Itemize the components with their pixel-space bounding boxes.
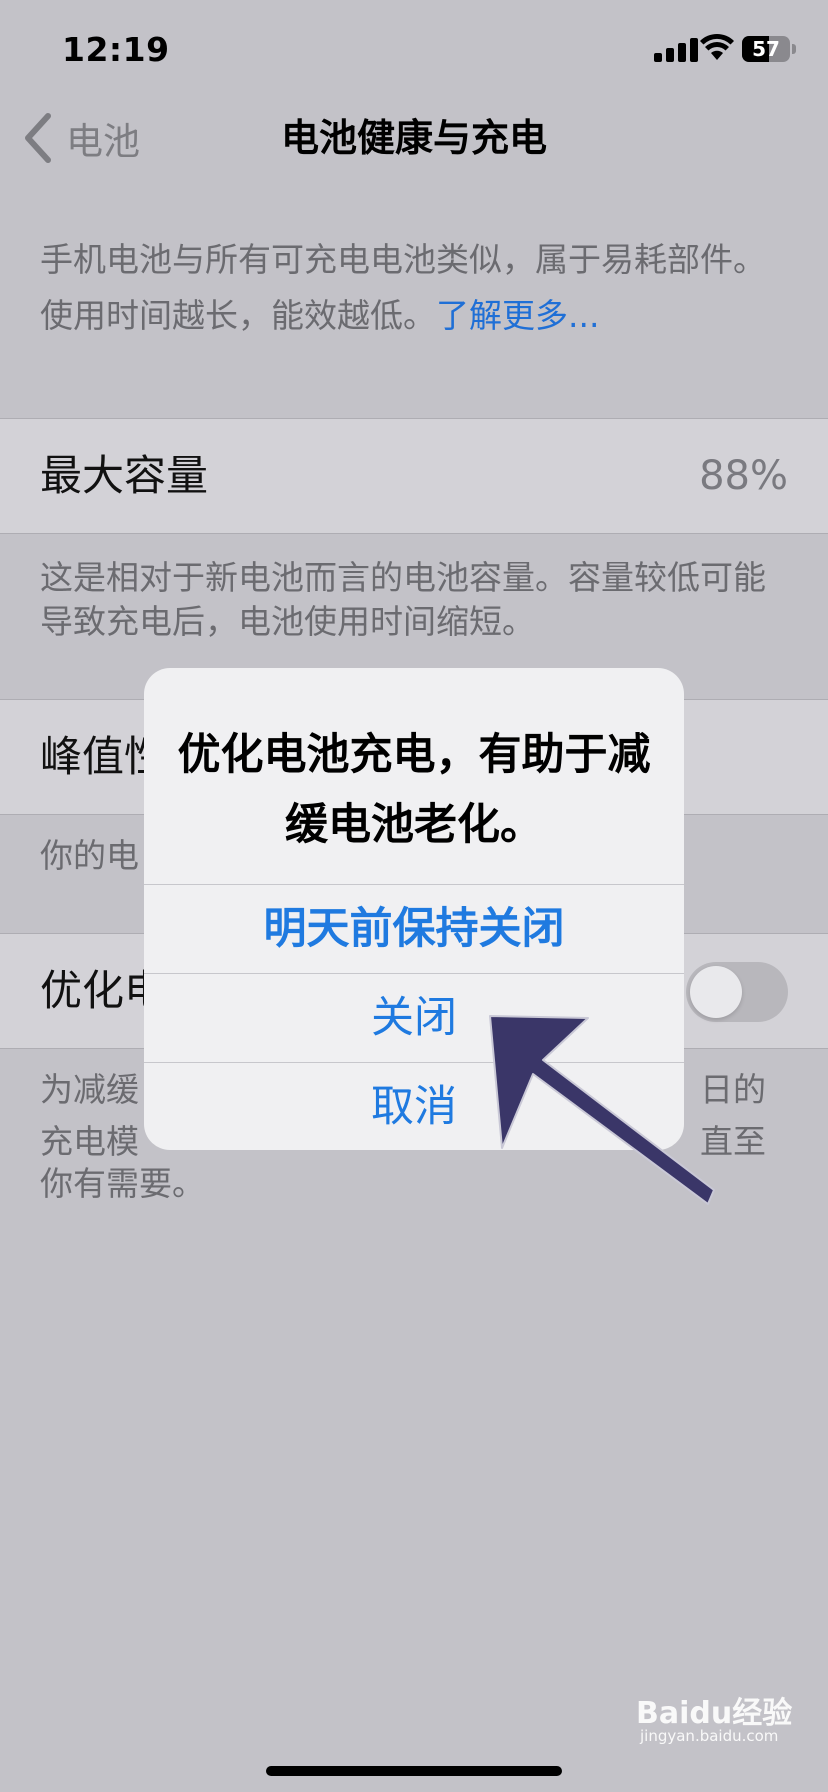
home-indicator[interactable] — [266, 1766, 562, 1776]
watermark-brand: Baidu经验 — [636, 1696, 793, 1731]
alert-dialog: 优化电池充电，有助于减缓电池老化。 明天前保持关闭 关闭 取消 — [144, 668, 684, 1150]
optimized-charging-footer-line3: 你有需要。 — [40, 1164, 205, 1203]
cancel-button[interactable]: 取消 — [144, 1063, 684, 1150]
back-button[interactable]: 电池 — [22, 110, 140, 166]
toggle-knob — [690, 966, 742, 1018]
intro-body: 手机电池与所有可充电电池类似，属于易耗部件。使用时间越长，能效越低。 — [40, 240, 766, 335]
cellular-signal-icon — [654, 36, 702, 62]
chevron-left-icon — [25, 113, 51, 163]
max-capacity-label: 最大容量 — [40, 451, 209, 500]
battery-level: 57 — [752, 37, 780, 61]
optimized-charging-footer-line1-right: 日的 — [700, 1070, 766, 1109]
max-capacity-footer: 这是相对于新电池而言的电池容量。容量较低可能导致充电后，电池使用时间缩短。 — [40, 558, 766, 641]
divider — [0, 533, 828, 534]
turn-off-button[interactable]: 关闭 — [144, 974, 684, 1062]
intro-text: 手机电池与所有可充电电池类似，属于易耗部件。使用时间越长，能效越低。了解更多..… — [40, 232, 780, 344]
learn-more-link[interactable]: 了解更多... — [436, 296, 599, 335]
keep-off-until-tomorrow-button[interactable]: 明天前保持关闭 — [144, 885, 684, 973]
watermark-url: jingyan.baidu.com — [640, 1727, 779, 1745]
alert-title: 优化电池充电，有助于减缓电池老化。 — [177, 730, 651, 850]
battery-icon: 57 — [742, 36, 790, 62]
max-capacity-row: 最大容量 88% — [0, 419, 828, 533]
optimized-charging-toggle[interactable] — [686, 962, 788, 1022]
status-bar: 12:19 57 — [0, 0, 828, 100]
watermark-logo: Baidu经验 — [636, 1688, 792, 1732]
status-time: 12:19 — [62, 30, 170, 69]
back-button-label: 电池 — [66, 120, 140, 163]
optimized-charging-footer-line2-right: 直至 — [700, 1122, 766, 1161]
battery-tip — [792, 44, 796, 54]
max-capacity-value: 88% — [699, 453, 788, 499]
wifi-icon — [700, 33, 734, 60]
